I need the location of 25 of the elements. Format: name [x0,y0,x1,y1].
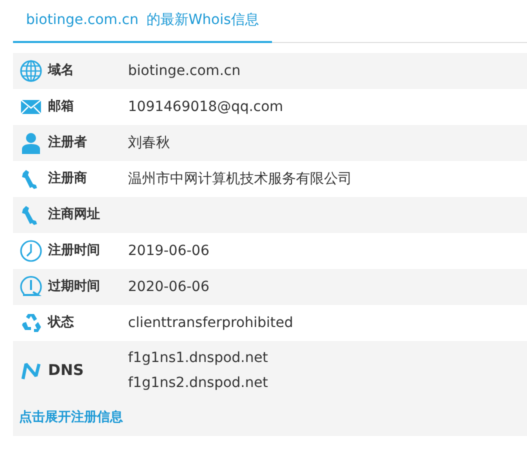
recycle-icon [20,312,42,334]
field-value: 2020-06-06 [128,278,210,296]
field-label: 状态 [48,314,75,332]
field-value: 刘春秋 [128,134,170,152]
field-value: 温州市中网计算机技术服务有限公司 [128,170,352,188]
field-label: DNS [48,360,85,382]
field-label: 注商网址 [48,206,101,224]
clock-icon [20,276,42,298]
person-icon [20,132,42,154]
field-label: 邮箱 [48,98,75,116]
field-label: 过期时间 [48,278,101,296]
field-value: f1g1ns1.dnspod.net [128,348,268,368]
field-value: 1091469018@qq.com [128,98,284,116]
field-value: biotinge.com.cn [128,62,240,80]
field-value: clienttransferprohibited [128,314,294,332]
field-value: f1g1ns2.dnspod.net [128,374,268,392]
field-label: 注册商 [48,170,88,188]
field-value: 2019-06-06 [128,242,210,260]
field-label: 域名 [48,62,75,80]
expand-registration-link[interactable]: 点击展开注册信息 [19,408,123,428]
clock-icon [20,240,42,262]
field-label: 注册者 [48,134,88,152]
field-label: 注册时间 [48,242,101,260]
globe-icon [20,60,42,82]
page-heading-tab[interactable]: biotinge.com.cn 的最新Whois信息 [13,10,272,43]
